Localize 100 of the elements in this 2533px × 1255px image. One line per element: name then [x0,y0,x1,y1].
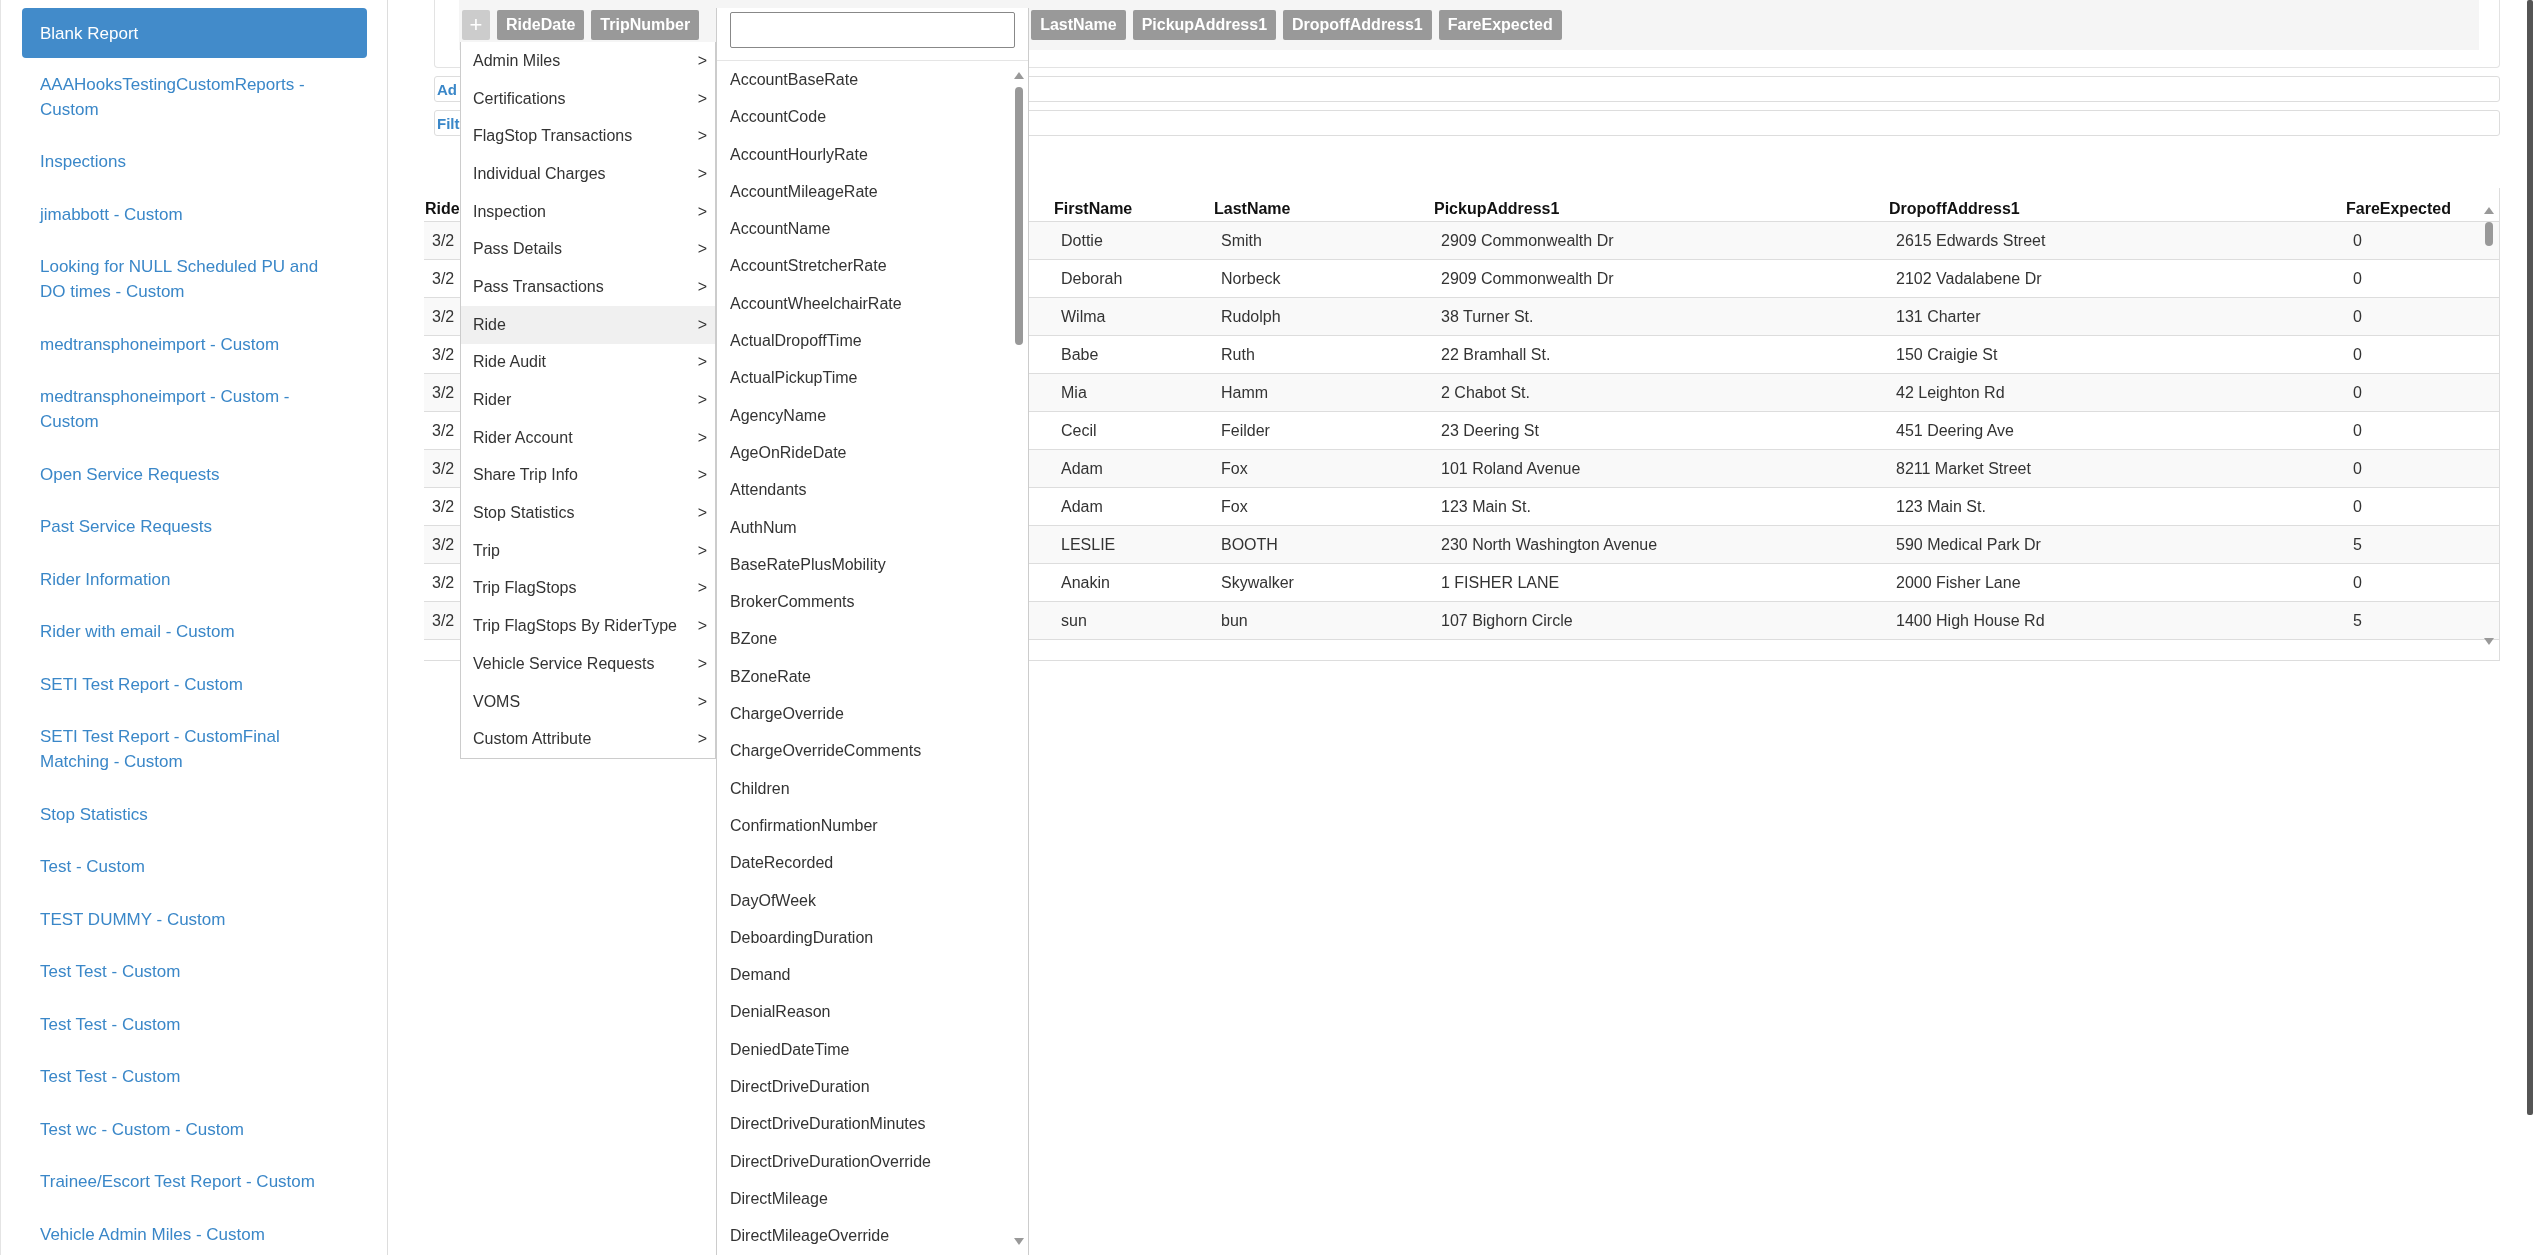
field-option[interactable]: AccountHourlyRate [717,135,1028,173]
field-option[interactable]: DirectDriveDuration [717,1068,1028,1106]
column-header[interactable]: DropoffAddress1 [1889,200,2020,217]
column-header[interactable]: FirstName [1054,200,1133,217]
report-link[interactable]: TEST DUMMY - Custom [22,893,367,946]
field-option[interactable]: DeboardingDuration [717,918,1028,957]
field-option[interactable]: DirectDriveDurationOverride [717,1142,1028,1180]
menu-item[interactable]: Inspection > [461,192,715,231]
field-option[interactable]: Attendants [717,471,1028,509]
field-option[interactable]: AccountWheelchairRate [717,284,1028,323]
report-link[interactable]: Test Test - Custom [22,945,367,998]
table-cell: 0 [2353,307,2362,325]
table-cell: 0 [2353,231,2362,249]
table-cell: Babe [1061,345,1099,363]
menu-item[interactable]: Trip FlagStops > [461,569,715,608]
field-option[interactable]: AgeOnRideDate [717,433,1028,472]
table-cell: 23 Deering St [1441,421,1539,439]
report-link[interactable]: Stop Statistics [22,788,367,841]
menu-item[interactable]: Ride Audit > [461,343,715,382]
report-link[interactable]: SETI Test Report - Custom [22,658,367,711]
section-link[interactable]: Ad [437,80,457,98]
field-option[interactable]: DateRecorded [717,844,1028,882]
field-option[interactable]: DirectDriveDurationMinutes [717,1105,1028,1143]
column-header[interactable]: FareExpected [2346,200,2451,217]
table-cell: 0 [2353,459,2362,477]
field-option[interactable]: ActualDropoffTime [717,322,1028,360]
menu-item[interactable]: Trip FlagStops By RiderType > [461,607,715,645]
field-option[interactable]: ActualPickupTime [717,359,1028,397]
report-link[interactable]: Inspections [22,135,367,188]
table-cell: 8211 Market Street [1896,459,2031,477]
table-cell: Adam [1061,459,1103,477]
menu-item[interactable]: Rider Account > [461,418,715,457]
menu-item[interactable]: Trip > [461,531,715,570]
report-link[interactable]: Past Service Requests [22,500,367,553]
menu-item[interactable]: Admin Miles > [461,42,715,80]
menu-item[interactable]: Individual Charges > [461,155,715,193]
menu-item[interactable]: VOMS > [461,682,715,721]
table-cell: 38 Turner St. [1441,307,1534,325]
page-scrollbar[interactable] [2527,0,2533,1115]
field-option[interactable]: DirectMileageOverride [717,1217,1028,1255]
table-cell: 2909 Commonwealth Dr [1441,231,1614,249]
column-header[interactable]: Ride [425,200,460,217]
field-option[interactable]: BrokerComments [717,583,1028,621]
report-link[interactable]: medtransphoneimport - Custom - Custom [22,370,367,448]
column-header[interactable]: LastName [1214,200,1291,217]
table-cell: Dottie [1061,231,1103,249]
field-option[interactable]: AccountStretcherRate [717,247,1028,285]
table-cell: 1 FISHER LANE [1441,573,1560,591]
field-option[interactable]: ChargeOverride [717,695,1028,733]
report-link[interactable]: Trainee/Escort Test Report - Custom [22,1155,367,1208]
field-option[interactable]: AgencyName [717,396,1028,434]
menu-item[interactable]: Stop Statistics > [461,494,715,532]
field-option[interactable]: DenialReason [717,993,1028,1031]
menu-item[interactable]: Certifications > [461,79,715,118]
column-header[interactable]: PickupAddress1 [1434,200,1560,217]
menu-item[interactable]: Vehicle Service Requests > [461,645,715,683]
report-link[interactable]: Rider Information [22,553,367,606]
field-option[interactable]: DeniedDateTime [717,1030,1028,1068]
field-option[interactable]: DayOfWeek [717,881,1028,919]
field-option[interactable]: AccountMileageRate [717,172,1028,211]
field-option[interactable]: BaseRatePlusMobility [717,545,1028,584]
report-link[interactable]: jimabbott - Custom [22,188,367,241]
report-link[interactable]: Test wc - Custom - Custom [22,1103,367,1156]
menu-item[interactable]: Ride > [461,305,715,344]
table-cell: Norbeck [1221,269,1281,287]
report-link[interactable]: Test - Custom [22,840,367,893]
field-option[interactable]: BZone [717,620,1028,658]
field-option[interactable]: Children [717,769,1028,807]
field-option[interactable]: AccountName [717,210,1028,248]
report-link[interactable]: AAAHooksTestingCustomReports - Custom [22,58,367,136]
table-cell: 3/2 [432,535,455,553]
section-link[interactable]: Filt [437,114,460,132]
menu-item[interactable]: Share Trip Info > [461,456,715,495]
table-cell: 0 [2353,497,2362,515]
report-link[interactable]: SETI Test Report - CustomFinal Matching - Custom [22,710,367,788]
table-cell: 0 [2353,573,2362,591]
field-option[interactable]: AccountCode [717,98,1028,136]
field-option[interactable]: ChargeOverrideComments [717,732,1028,770]
search-field[interactable] [730,12,1015,48]
field-option[interactable]: DirectMileage [717,1179,1028,1218]
report-link[interactable]: Test Test - Custom [22,1050,367,1103]
report-link[interactable]: Looking for NULL Scheduled PU and DO times - Custom [22,240,367,318]
menu-item[interactable]: Custom Attribute > [461,720,715,759]
field-option[interactable]: AuthNum [717,508,1028,546]
menu-item[interactable]: Pass Details > [461,230,715,269]
menu-item[interactable]: FlagStop Transactions > [461,117,715,156]
report-link[interactable]: Vehicle Admin Miles - Custom [22,1208,367,1255]
field-option[interactable]: ConfirmationNumber [717,806,1028,845]
menu-item[interactable]: Pass Transactions > [461,268,715,306]
report-link[interactable]: Blank Report [22,8,367,58]
report-link[interactable]: Test Test - Custom [22,998,367,1051]
menu-item[interactable]: Rider > [461,381,715,419]
field-option[interactable]: AccountBaseRate [717,61,1028,99]
table-cell: 2102 Vadalabene Dr [1896,269,2042,287]
field-option[interactable]: Demand [717,956,1028,994]
report-link[interactable]: Rider with email - Custom [22,605,367,658]
table-cell: 590 Medical Park Dr [1896,535,2041,553]
report-link[interactable]: Open Service Requests [22,448,367,501]
report-link[interactable]: medtransphoneimport - Custom [22,318,367,371]
field-option[interactable]: BZoneRate [717,657,1028,696]
